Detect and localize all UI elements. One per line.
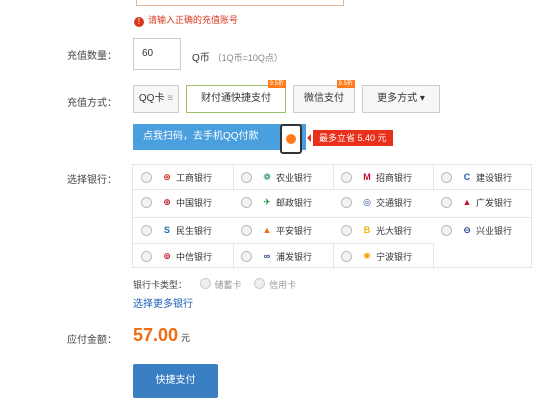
bank-option-boc[interactable]: ⊕ 中国银行 xyxy=(133,190,233,214)
bank-option-citic[interactable]: ⊚ 中信银行 xyxy=(133,244,233,268)
bank-option-pingan[interactable]: ▲ 平安银行 xyxy=(233,218,333,242)
credit-card-radio[interactable] xyxy=(254,278,266,289)
psbc-icon: ✈ xyxy=(263,196,271,207)
debit-card-label: 储蓄卡 xyxy=(214,280,242,290)
spdb-icon: ∞ xyxy=(263,251,271,261)
bank-option-abc[interactable]: ❁ 农业银行 xyxy=(233,165,333,189)
bank-option-icbc[interactable]: ⊛ 工商银行 xyxy=(133,165,233,189)
quantity-label: 充值数量： xyxy=(67,51,117,62)
bank-name: 中信银行 xyxy=(176,251,213,262)
pingan-icon: ▲ xyxy=(262,225,272,235)
bank-option-nbcb[interactable]: ✺ 宁波银行 xyxy=(333,244,433,268)
bank-option-spdb[interactable]: ∞ 浦发银行 xyxy=(233,244,333,268)
pay-option-wechat[interactable]: 微信支付 9.5折 xyxy=(293,80,355,113)
payment-method-label: 充值方式： xyxy=(67,98,117,109)
bocom-icon: ◎ xyxy=(363,196,371,207)
phone-qq-icon xyxy=(280,124,302,154)
amount-number: 57.00 xyxy=(133,325,179,345)
radio[interactable] xyxy=(241,250,252,262)
bank-option-ccb[interactable]: C 建设银行 xyxy=(433,165,533,189)
cgb-icon: ▲ xyxy=(462,197,472,207)
ceb-icon: B xyxy=(363,225,371,235)
more-banks-link[interactable]: 选择更多银行 xyxy=(133,295,193,310)
cmbc-icon: S xyxy=(163,225,170,235)
bank-option-cmbc[interactable]: S 民生银行 xyxy=(133,218,233,242)
savings-badge: 最多立省 5.40 元 xyxy=(307,130,393,146)
pay-option-label: 财付通快捷支付 xyxy=(201,93,271,104)
cmb-icon: M xyxy=(363,172,371,182)
pay-option-label: 更多方式 ▾ xyxy=(377,93,425,104)
ccb-icon: C xyxy=(463,172,471,182)
account-input[interactable] xyxy=(136,0,344,6)
radio[interactable] xyxy=(441,224,452,236)
radio[interactable] xyxy=(141,250,152,262)
error-icon: ! xyxy=(134,17,144,27)
radio[interactable] xyxy=(241,224,252,236)
citic-icon: ⊚ xyxy=(163,250,171,261)
pay-option-qq-card[interactable]: QQ卡 ≡ xyxy=(133,85,179,113)
radio[interactable] xyxy=(141,224,152,236)
radio[interactable] xyxy=(441,171,452,183)
bank-name: 农业银行 xyxy=(276,172,313,183)
bank-name: 兴业银行 xyxy=(476,225,513,236)
bank-option-cgb[interactable]: ▲ 广发银行 xyxy=(433,190,533,214)
amount-currency: 元 xyxy=(181,333,191,343)
radio[interactable] xyxy=(341,224,352,236)
card-type-row: 银行卡类型： 储蓄卡 信用卡 xyxy=(133,278,296,291)
bank-name: 邮政银行 xyxy=(276,197,313,208)
cib-icon: ⊖ xyxy=(463,224,471,235)
radio[interactable] xyxy=(241,171,252,183)
pay-option-more[interactable]: 更多方式 ▾ xyxy=(362,85,440,113)
bank-name: 广发银行 xyxy=(476,197,513,208)
nbcb-icon: ✺ xyxy=(363,250,371,261)
bank-name: 招商银行 xyxy=(376,172,413,183)
unit-note: （1Q币=10Q点） xyxy=(212,53,283,63)
pay-option-label: QQ卡 xyxy=(138,93,165,104)
amount-value: 57.00 元 xyxy=(133,325,190,346)
bank-option-ceb[interactable]: B 光大银行 xyxy=(333,218,433,242)
bank-name: 宁波银行 xyxy=(376,251,413,262)
quantity-unit: Q币 （1Q币=10Q点） xyxy=(192,49,283,64)
radio[interactable] xyxy=(241,196,252,208)
radio[interactable] xyxy=(141,196,152,208)
card-type-label: 银行卡类型： xyxy=(133,280,188,290)
quantity-input[interactable]: 60 xyxy=(133,38,181,70)
error-message: ! 请输入正确的充值账号 xyxy=(134,13,238,27)
unit-text: Q币 xyxy=(192,53,210,64)
radio[interactable] xyxy=(441,196,452,208)
radio[interactable] xyxy=(141,171,152,183)
pay-option-label: 微信支付 xyxy=(304,93,344,104)
boc-icon: ⊕ xyxy=(163,196,171,207)
discount-badge: 9.5折 xyxy=(267,80,286,88)
bank-name: 建设银行 xyxy=(476,172,513,183)
icbc-icon: ⊛ xyxy=(163,171,171,182)
bank-option-psbc[interactable]: ✈ 邮政银行 xyxy=(233,190,333,214)
bank-name: 光大银行 xyxy=(376,225,413,236)
bank-name: 交通银行 xyxy=(376,197,413,208)
card-icon: ≡ xyxy=(167,93,174,104)
bank-name: 平安银行 xyxy=(276,225,313,236)
bank-option-cib[interactable]: ⊖ 兴业银行 xyxy=(433,218,533,242)
quick-pay-button[interactable]: 快捷支付 xyxy=(133,364,218,398)
bank-option-bocom[interactable]: ◎ 交通银行 xyxy=(333,190,433,214)
bank-name: 浦发银行 xyxy=(276,251,313,262)
pay-option-tenpay[interactable]: 财付通快捷支付 9.5折 xyxy=(186,80,286,113)
bank-name: 民生银行 xyxy=(176,225,213,236)
abc-icon: ❁ xyxy=(263,171,271,182)
bank-select-label: 选择银行： xyxy=(67,175,117,186)
discount-badge: 9.5折 xyxy=(336,80,355,88)
bank-name: 工商银行 xyxy=(176,172,213,183)
bank-option-cmb[interactable]: M 招商银行 xyxy=(333,165,433,189)
amount-label: 应付金额： xyxy=(67,335,117,346)
radio[interactable] xyxy=(341,171,352,183)
debit-card-radio[interactable] xyxy=(199,278,211,289)
bank-name: 中国银行 xyxy=(176,197,213,208)
radio[interactable] xyxy=(341,250,352,262)
bank-grid: ⊛ 工商银行 ❁ 农业银行 M 招商银行 C 建设银行 ⊕ 中国银行 ✈ 邮政银… xyxy=(132,164,533,269)
error-text: 请输入正确的充值账号 xyxy=(148,15,239,25)
radio[interactable] xyxy=(341,196,352,208)
credit-card-label: 信用卡 xyxy=(269,280,297,290)
